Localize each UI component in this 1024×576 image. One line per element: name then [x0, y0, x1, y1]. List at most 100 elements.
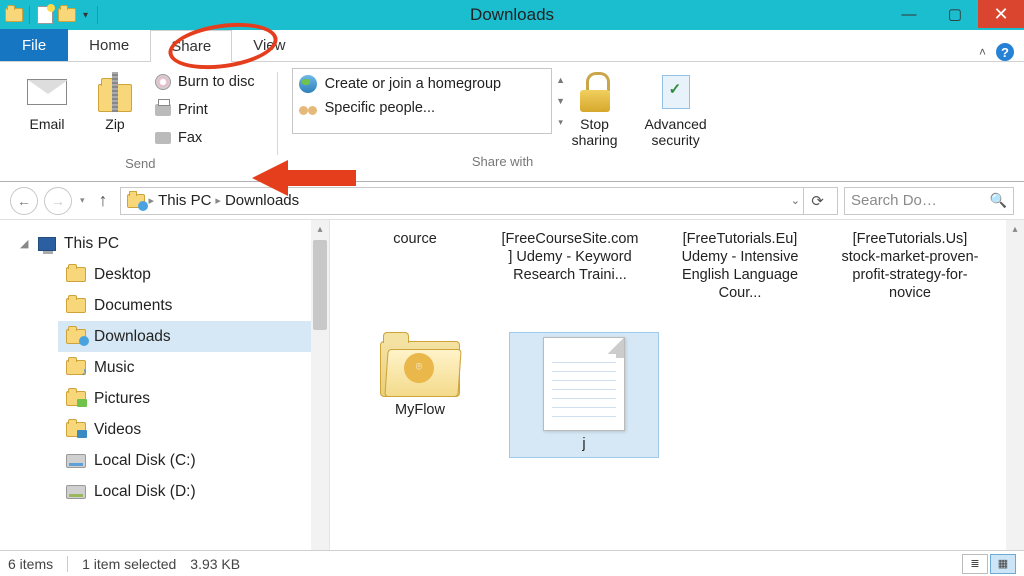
file-label: j: [582, 435, 585, 453]
advanced-security-button[interactable]: Advanced security: [638, 68, 714, 148]
burn-label: Burn to disc: [178, 74, 255, 90]
tree-documents[interactable]: Documents: [58, 290, 329, 321]
tree-pictures-label: Pictures: [94, 390, 150, 408]
breadcrumb-this-pc[interactable]: This PC: [158, 192, 211, 209]
ribbon-group-send: Email Zip Burn to disc Print Fax: [18, 68, 263, 181]
expand-chevron-icon[interactable]: ◢: [20, 237, 30, 250]
fax-icon: [154, 129, 172, 147]
tree-this-pc[interactable]: ◢ This PC: [30, 228, 329, 259]
file-label: [FreeCourseSite.com] Udemy - Keyword Res…: [500, 230, 640, 284]
share-with-scroll[interactable]: ▲▼▾: [553, 69, 569, 133]
status-item-count: 6 items: [8, 556, 53, 572]
forward-button[interactable]: →: [44, 187, 72, 215]
stop-label-2: sharing: [572, 132, 618, 148]
burn-to-disc-button[interactable]: Burn to disc: [154, 70, 263, 94]
tree-this-pc-label: This PC: [64, 235, 119, 253]
share-tab[interactable]: Share: [150, 30, 232, 62]
drive-icon: [66, 454, 86, 468]
qat-new-file-icon[interactable]: [35, 5, 55, 25]
stop-sharing-button[interactable]: Stop sharing: [562, 68, 628, 148]
folder-icon: [66, 298, 86, 313]
nav-tree: ◢ This PC Desktop Documents Downloads Mu…: [0, 220, 330, 550]
tree-local-disk-c[interactable]: Local Disk (C:): [58, 445, 329, 476]
details-view-button[interactable]: ≣: [962, 554, 988, 574]
breadcrumb-chevron-icon[interactable]: ▸: [149, 194, 155, 207]
tree-videos[interactable]: Videos: [58, 414, 329, 445]
ribbon-group-separator: [277, 72, 278, 155]
help-icon[interactable]: ?: [996, 43, 1014, 61]
ribbon-group-share-with: Create or join a homegroup Specific peop…: [292, 68, 714, 181]
send-group-label: Send: [125, 150, 155, 177]
print-button[interactable]: Print: [154, 98, 263, 122]
stop-label-1: Stop: [580, 116, 609, 132]
file-label: MyFlow: [395, 401, 445, 419]
minimize-ribbon-chevron-icon[interactable]: ˄: [979, 45, 986, 59]
minimize-button[interactable]: —: [886, 0, 932, 28]
history-dropdown-icon[interactable]: ▾: [78, 195, 87, 206]
ribbon-right-controls: ˄ ?: [979, 43, 1024, 61]
content-scrollbar[interactable]: ▴: [1006, 220, 1024, 550]
file-item[interactable]: ⌾ MyFlow: [360, 333, 480, 457]
qat-separator: [29, 6, 30, 24]
view-toggles: ≣ ▦: [962, 554, 1016, 574]
shield-check-icon: [656, 72, 696, 112]
breadcrumb-chevron-icon-2[interactable]: ▸: [215, 194, 221, 207]
window-title: Downloads: [0, 5, 1024, 25]
qat-separator-2: [97, 6, 98, 24]
file-content-pane[interactable]: cource [FreeCourseSite.com] Udemy - Keyw…: [330, 220, 1024, 550]
zip-folder-icon: [95, 72, 135, 112]
file-tab[interactable]: File: [0, 29, 68, 61]
ribbon-tabs: File Home Share View ˄ ?: [0, 30, 1024, 62]
breadcrumb-downloads[interactable]: Downloads: [225, 192, 299, 209]
disc-icon: [154, 73, 172, 91]
view-tab[interactable]: View: [232, 29, 306, 61]
tree-desktop[interactable]: Desktop: [58, 259, 329, 290]
folder-icon: [66, 267, 86, 282]
videos-folder-icon: [66, 422, 86, 437]
file-item-selected[interactable]: j: [510, 333, 658, 457]
zip-label: Zip: [105, 116, 124, 132]
tree-videos-label: Videos: [94, 421, 141, 439]
tree-local-disk-d[interactable]: Local Disk (D:): [58, 476, 329, 507]
pictures-folder-icon: [66, 391, 86, 406]
specific-people-button[interactable]: Specific people...: [299, 99, 545, 117]
breadcrumb-expand-icon[interactable]: ⌄: [791, 194, 800, 207]
search-placeholder: Search Do…: [851, 192, 937, 209]
qat-folder-icon-2[interactable]: [57, 5, 77, 25]
zip-button[interactable]: Zip: [86, 68, 144, 132]
file-label: [FreeTutorials.Eu] Udemy - Intensive Eng…: [670, 230, 810, 303]
refresh-button[interactable]: ⟳: [803, 187, 831, 215]
tree-downloads[interactable]: Downloads: [58, 321, 329, 352]
tree-pictures[interactable]: Pictures: [58, 383, 329, 414]
search-input[interactable]: Search Do… 🔍: [844, 187, 1014, 215]
back-button[interactable]: ←: [10, 187, 38, 215]
breadcrumb-bar[interactable]: ▸ This PC ▸ Downloads ⌄ ⟳: [120, 187, 838, 215]
adv-label-2: security: [651, 132, 699, 148]
quick-access-toolbar: ▾: [4, 5, 101, 25]
main-area: ◢ This PC Desktop Documents Downloads Mu…: [0, 220, 1024, 550]
tree-scrollbar[interactable]: ▴: [311, 220, 329, 550]
homegroup-icon: [299, 75, 317, 93]
close-button[interactable]: ✕: [978, 0, 1024, 28]
maximize-button[interactable]: ▢: [932, 0, 978, 28]
tree-desktop-label: Desktop: [94, 266, 151, 284]
file-item[interactable]: [FreeTutorials.Eu] Udemy - Intensive Eng…: [670, 230, 810, 303]
qat-customize-chevron-icon[interactable]: ▾: [79, 10, 92, 21]
file-item[interactable]: [FreeCourseSite.com] Udemy - Keyword Res…: [500, 230, 640, 303]
printer-icon: [154, 101, 172, 119]
pc-icon: [38, 237, 56, 251]
homegroup-button[interactable]: Create or join a homegroup: [299, 75, 545, 93]
up-button[interactable]: ↑: [93, 190, 114, 211]
padlock-icon: [575, 72, 615, 112]
email-button[interactable]: Email: [18, 68, 76, 132]
fax-button[interactable]: Fax: [154, 126, 263, 150]
file-item[interactable]: cource: [360, 230, 470, 303]
file-item[interactable]: [FreeTutorials.Us] stock-market-proven-p…: [840, 230, 980, 303]
home-tab[interactable]: Home: [68, 29, 150, 61]
icons-view-button[interactable]: ▦: [990, 554, 1016, 574]
homegroup-label: Create or join a homegroup: [325, 76, 502, 92]
tree-music[interactable]: Music: [58, 352, 329, 383]
title-bar: ▾ Downloads — ▢ ✕: [0, 0, 1024, 30]
qat-folder-icon[interactable]: [4, 5, 24, 25]
file-label: cource: [393, 230, 437, 248]
